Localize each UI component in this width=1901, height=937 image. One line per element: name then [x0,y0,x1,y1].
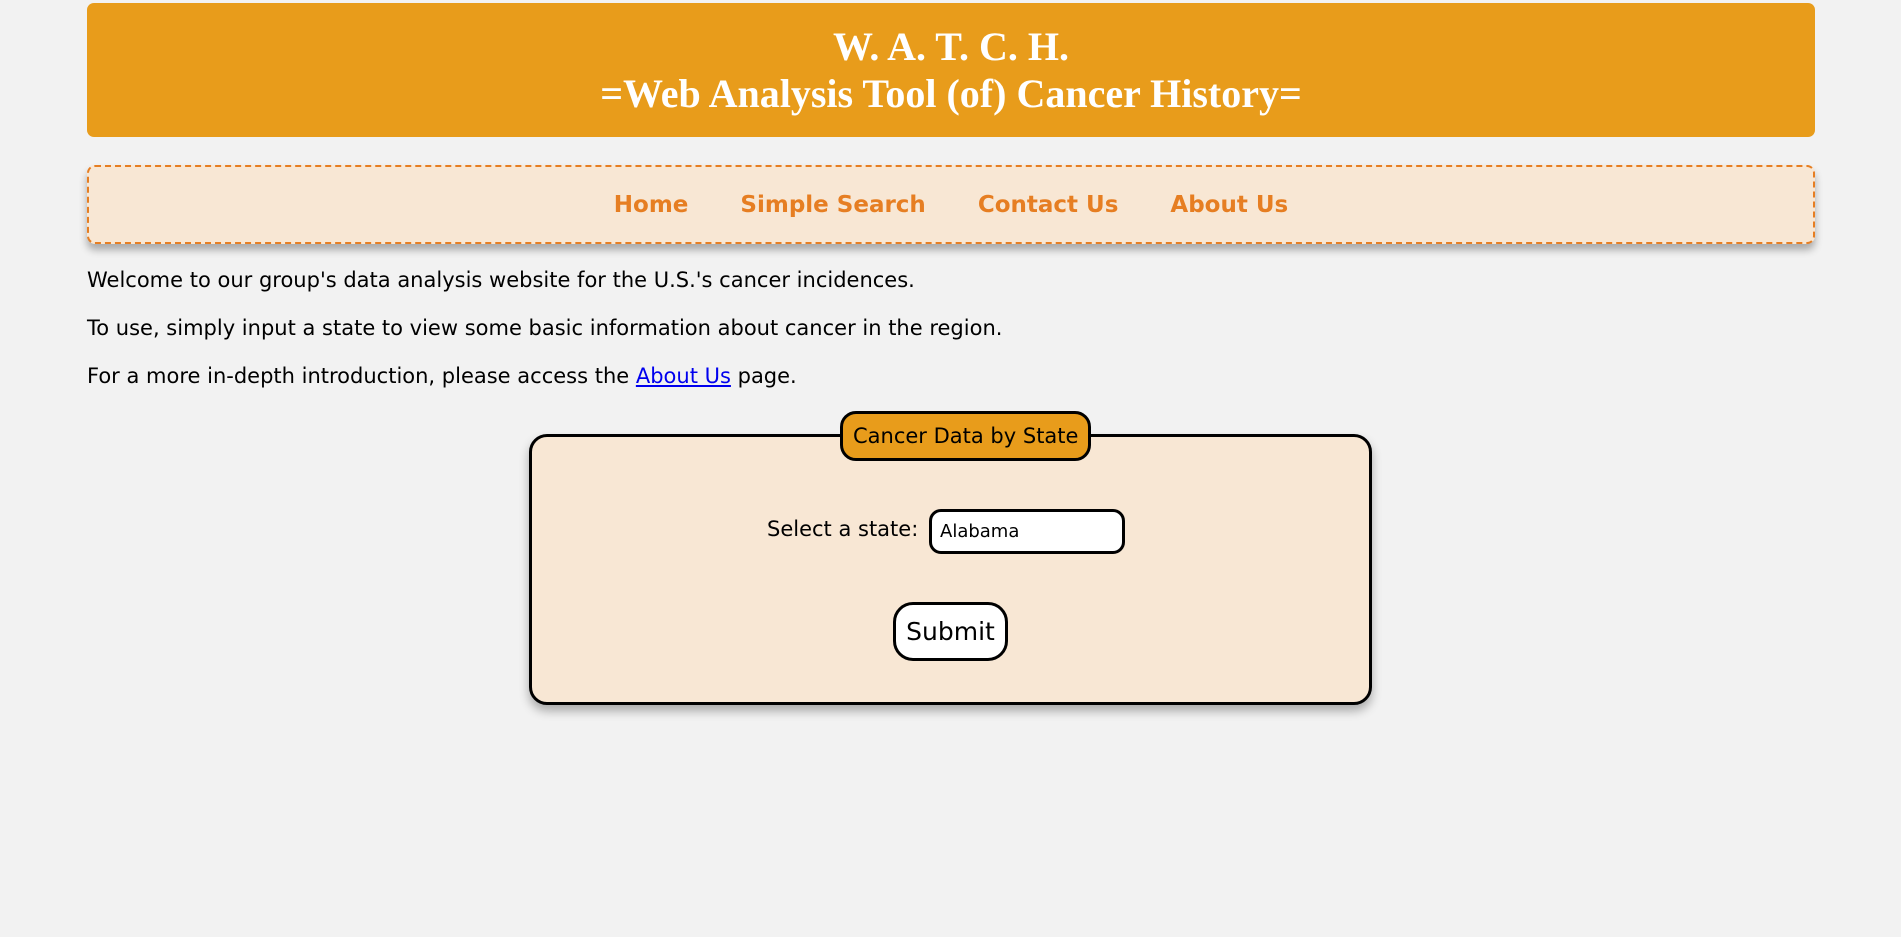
intro-welcome: Welcome to our group's data analysis web… [87,268,915,292]
nav-simple-search-link[interactable]: Simple Search [740,192,925,218]
page: W. A. T. C. H. =Web Analysis Tool (of) C… [0,0,1901,937]
nav-contact-us-link[interactable]: Contact Us [978,192,1119,218]
intro-more-suffix: page. [730,364,797,388]
submit-button[interactable]: Submit [893,602,1008,661]
site-subtitle: =Web Analysis Tool (of) Cancer History= [600,71,1302,116]
intro-more-prefix: For a more in-depth introduction, please… [87,364,636,388]
intro-usage: To use, simply input a state to view som… [87,316,1003,340]
intro-text: Welcome to our group's data analysis web… [87,268,1002,412]
panel-legend: Cancer Data by State [840,411,1092,461]
about-us-inline-link[interactable]: About Us [636,364,731,388]
nav-home-link[interactable]: Home [614,192,689,218]
site-title: W. A. T. C. H. [833,24,1069,69]
state-select-label: Select a state: [767,517,919,541]
state-search-panel [529,434,1372,705]
nav-about-us-link[interactable]: About Us [1170,192,1288,218]
intro-more-info: For a more in-depth introduction, please… [87,364,1002,388]
state-input[interactable] [929,509,1125,554]
main-nav: Home Simple Search Contact Us About Us [87,165,1815,244]
site-banner: W. A. T. C. H. =Web Analysis Tool (of) C… [87,3,1815,137]
